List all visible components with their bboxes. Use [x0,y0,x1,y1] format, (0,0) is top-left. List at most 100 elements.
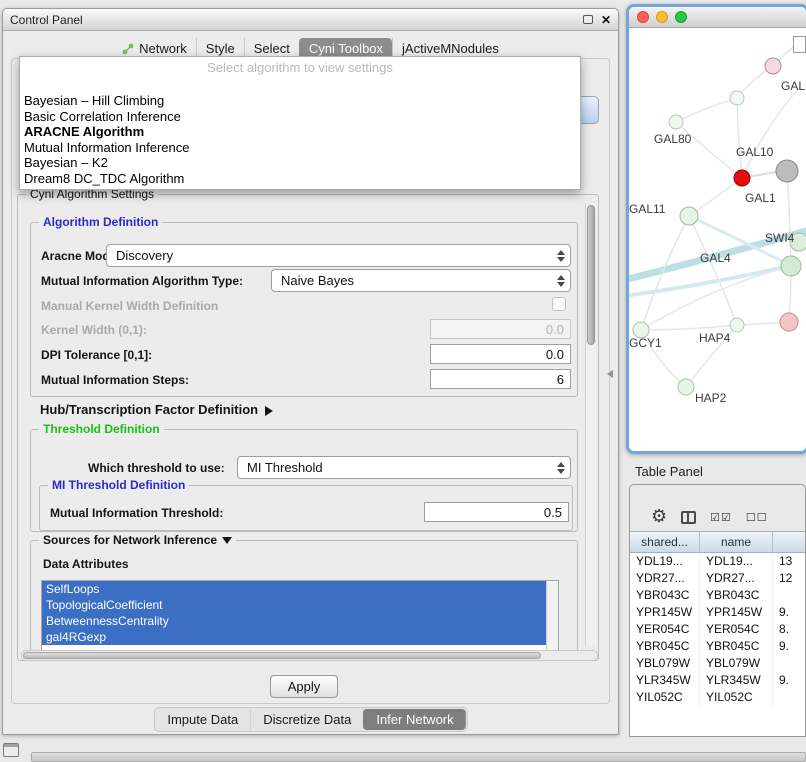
mi-type-select[interactable]: Naive Bayes [271,269,571,292]
table-panel-title: Table Panel [635,464,703,479]
scrollbar-thumb[interactable] [23,652,541,659]
table-cell: YBR045C [700,638,773,655]
window-title: Control Panel [10,13,83,27]
network-node[interactable] [678,379,694,395]
minimize-button[interactable] [656,11,668,23]
table-cell [773,689,805,706]
table-row[interactable]: YIL052CYIL052C [630,689,805,706]
data-attributes-listbox: SelfLoopsTopologicalCoefficientBetweenne… [41,580,559,651]
table-row[interactable]: YER054CYER054C8. [630,621,805,638]
columns-icon[interactable] [681,511,696,524]
gear-icon[interactable]: ⚙ [651,508,667,524]
settings-horizontal-scrollbar[interactable] [21,650,598,661]
network-node[interactable] [780,313,798,331]
network-node-label: GAL [781,79,805,93]
network-node[interactable] [781,256,801,276]
algorithm-option[interactable]: Mutual Information Inference [20,140,580,156]
close-button[interactable] [637,11,649,23]
network-overview-box[interactable] [793,36,806,53]
network-edge [676,122,742,178]
network-canvas[interactable]: GALGAL80GAL10GAL11GAL1SWI4GAL4GCY1HAP4HA… [629,28,806,451]
algorithm-option[interactable]: Basic Correlation Inference [20,109,580,125]
table-row[interactable]: YDR27...YDR27...12 [630,570,805,587]
network-node[interactable] [776,160,798,182]
table-row[interactable]: YLR345WYLR345W9. [630,672,805,689]
tab-infer-network[interactable]: Infer Network [363,709,465,730]
table-cell [773,655,805,672]
zoom-button[interactable] [675,11,687,23]
minimized-panel-icon[interactable] [3,743,19,757]
table-body: YDL19...YDL19...13YDR27...YDR27...12YBR0… [630,553,805,706]
splitter-collapse-arrow-icon[interactable] [607,370,613,378]
control-panel-titlebar[interactable]: Control Panel ✕ [3,9,618,31]
node-table: shared...name YDL19...YDL19...13YDR27...… [630,531,805,736]
tab-impute-data[interactable]: Impute Data [155,709,250,730]
network-svg: GALGAL80GAL10GAL11GAL1SWI4GAL4GCY1HAP4HA… [629,28,806,451]
column-header[interactable]: shared... [630,532,700,552]
table-row[interactable]: YBL079WYBL079W [630,655,805,672]
scrollbar-thumb[interactable] [587,205,595,345]
mi-threshold-label: Mutual Information Threshold: [50,506,223,520]
table-cell: YBR043C [700,587,773,604]
table-row[interactable]: YBR045CYBR045C9. [630,638,805,655]
column-header[interactable]: name [700,532,773,552]
checked-boxes-icon[interactable]: ☑☑ [710,511,732,524]
tab-discretize-data[interactable]: Discretize Data [250,709,363,730]
manual-kernel-checkbox[interactable] [552,297,566,311]
network-window-titlebar[interactable] [629,7,806,28]
attribute-item[interactable]: BetweennessCentrality [42,613,546,629]
algorithm-option[interactable]: Bayesian – K2 [20,155,580,171]
table-row[interactable]: YPR145WYPR145W9. [630,604,805,621]
aracne-mode-select[interactable]: Discovery [106,244,571,267]
attribute-item[interactable]: SelfLoops [42,581,546,597]
table-cell: 8. [773,621,805,638]
hub-definition-toggle[interactable]: Hub/Transcription Factor Definition [40,402,273,417]
algorithm-option[interactable]: Dream8 DC_TDC Algorithm [20,171,580,187]
chevron-updown-icon [556,461,566,475]
float-window-icon[interactable] [583,15,593,24]
network-node-label: HAP4 [699,331,731,345]
attribute-item[interactable]: gal4RGexp [42,629,546,645]
sources-title[interactable]: Sources for Network Inference [39,533,236,547]
close-icon[interactable]: ✕ [601,13,611,27]
network-view-window: GALGAL80GAL10GAL11GAL1SWI4GAL4GCY1HAP4HA… [626,4,806,454]
network-node[interactable] [669,115,683,129]
which-threshold-select[interactable]: MI Threshold [237,456,571,479]
algorithm-dropdown-popup: Select algorithm to view settings Bayesi… [19,56,581,190]
bottom-scrollbar[interactable] [31,752,806,762]
table-toolbar: ⚙ ☑☑ ☐☐ [630,485,805,531]
control-panel-window: Control Panel ✕ Network Style Select Cyn… [2,8,619,735]
network-node-label: GAL1 [745,191,776,205]
mi-steps-field[interactable] [430,369,571,389]
list-scrollbar[interactable] [546,581,558,650]
algorithm-option[interactable]: ARACNE Algorithm [20,124,580,140]
network-node-label: GAL4 [700,251,731,265]
mi-threshold-field[interactable] [424,502,569,522]
network-node[interactable] [680,207,698,225]
dpi-tolerance-field[interactable] [430,344,571,364]
network-edge [641,325,737,330]
network-node[interactable] [730,91,744,105]
table-row[interactable]: YDL19...YDL19...13 [630,553,805,570]
apply-button[interactable]: Apply [270,675,338,698]
network-node[interactable] [765,58,781,74]
attribute-item[interactable]: TopologicalCoefficient [42,597,546,613]
table-panel-window: ⚙ ☑☑ ☐☐ shared...name YDL19...YDL19...13… [629,484,806,737]
network-node[interactable] [734,170,750,186]
settings-vertical-scrollbar[interactable] [585,203,596,646]
kernel-width-field[interactable] [430,319,571,339]
kernel-width-label: Kernel Width (0,1): [41,323,147,337]
column-header[interactable] [773,532,805,552]
chevron-updown-icon [556,249,566,263]
sources-group: Sources for Network Inference Data Attri… [30,540,578,652]
network-node-label: GCY1 [629,336,662,350]
network-node-label: GAL10 [736,145,774,159]
table-cell: YDR27... [630,570,700,587]
unchecked-boxes-icon[interactable]: ☐☐ [746,511,768,524]
algorithm-option[interactable]: Bayesian – Hill Climbing [20,93,580,109]
network-node-label: GAL80 [654,132,692,146]
table-row[interactable]: YBR043CYBR043C [630,587,805,604]
table-cell: YER054C [630,621,700,638]
network-node[interactable] [730,318,744,332]
table-cell: 13 [773,553,805,570]
